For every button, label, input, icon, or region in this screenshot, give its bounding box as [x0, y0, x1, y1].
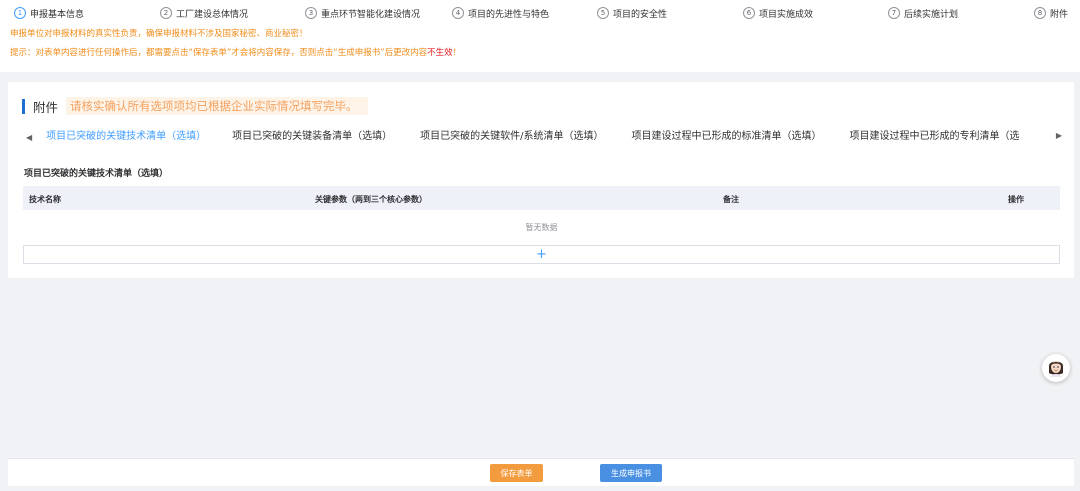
chat-assistant-avatar[interactable] [1042, 354, 1070, 382]
section-accent-bar [22, 98, 25, 114]
step-number: 8 [1034, 7, 1046, 19]
column-remarks: 备注 [723, 195, 739, 204]
attachment-card: 附件 请核实确认所有选项项均已根据企业实际情况填写完毕。 ◀ 项目已突破的关键技… [8, 82, 1074, 278]
step-number: 1 [14, 7, 26, 19]
tab-scroll-left-icon[interactable]: ◀ [22, 133, 36, 142]
assistant-face-icon [1049, 361, 1063, 377]
step-number: 4 [452, 7, 464, 19]
table-title: 项目已突破的关键技术清单（选填） [24, 169, 169, 179]
step-1[interactable]: 1 申报基本信息 [14, 6, 84, 20]
steps-bar: 1 申报基本信息 2 工厂建设总体情况 3 重点环节智能化建设情况 4 项目的先… [0, 0, 1080, 72]
notice-tip-warning: 不生效 [427, 48, 453, 58]
step-number: 3 [305, 7, 317, 19]
step-number: 6 [743, 7, 755, 19]
section-header: 附件 请核实确认所有选项项均已根据企业实际情况填写完毕。 [22, 97, 368, 115]
step-label: 后续实施计划 [904, 9, 959, 20]
column-tech-name: 技术名称 [29, 195, 61, 204]
footer-bar: 保存表单 生成申报书 [8, 458, 1074, 486]
tab-key-software[interactable]: 项目已突破的关键软件/系统清单（选填） [410, 127, 613, 147]
tab-key-technologies[interactable]: 项目已突破的关键技术清单（选填） [36, 127, 216, 147]
section-title: 附件 [33, 99, 59, 115]
step-label: 附件 [1050, 9, 1069, 20]
notice-responsibility: 申报单位对申报材料的真实性负责，确保申报材料不涉及国家秘密、商业秘密！ [10, 29, 308, 39]
step-number: 5 [597, 7, 609, 19]
generate-application-button[interactable]: 生成申报书 [600, 464, 662, 482]
tab-key-equipment[interactable]: 项目已突破的关键装备清单（选填） [222, 127, 402, 147]
step-label: 项目的安全性 [613, 9, 668, 20]
tab-scroll-right-icon[interactable]: ▶ [1051, 131, 1066, 140]
notice-save-tip: 提示：对表单内容进行任何操作后，都需要点击“保存表单”才会将内容保存，否则点击“… [10, 46, 461, 58]
notice-tip-text: 提示：对表单内容进行任何操作后，都需要点击“保存表单”才会将内容保存，否则点击“… [10, 48, 428, 58]
step-7[interactable]: 7 后续实施计划 [888, 6, 958, 20]
column-key-params: 关键参数（两到三个核心参数） [315, 195, 427, 204]
step-5[interactable]: 5 项目的安全性 [597, 6, 667, 20]
step-3[interactable]: 3 重点环节智能化建设情况 [305, 6, 420, 20]
step-label: 申报基本信息 [30, 9, 85, 20]
step-8[interactable]: 8 附件 [1034, 6, 1068, 20]
save-form-button[interactable]: 保存表单 [490, 464, 543, 482]
step-6[interactable]: 6 项目实施成效 [743, 6, 813, 20]
table-header: 技术名称 关键参数（两到三个核心参数） 备注 操作 [23, 186, 1060, 210]
column-actions: 操作 [1008, 195, 1024, 204]
tab-standards[interactable]: 项目建设过程中已形成的标准清单（选填） [622, 127, 832, 147]
step-2[interactable]: 2 工厂建设总体情况 [160, 6, 248, 20]
step-label: 重点环节智能化建设情况 [321, 9, 421, 20]
empty-state: 暂无数据 [525, 222, 558, 232]
step-label: 项目实施成效 [759, 9, 814, 20]
step-number: 2 [160, 7, 172, 19]
tab-bar: ◀ 项目已突破的关键技术清单（选填） 项目已突破的关键装备清单（选填） 项目已突… [22, 126, 1068, 148]
step-4[interactable]: 4 项目的先进性与特色 [452, 6, 549, 20]
step-number: 7 [888, 7, 900, 19]
step-label: 工厂建设总体情况 [176, 9, 249, 20]
notice-tip-end: ！ [452, 48, 462, 58]
add-row-button[interactable]: + [23, 245, 1060, 264]
tab-patents[interactable]: 项目建设过程中已形成的专利清单（选 [840, 127, 1030, 147]
section-hint: 请核实确认所有选项项均已根据企业实际情况填写完毕。 [66, 97, 368, 115]
key-tech-table: 技术名称 关键参数（两到三个核心参数） 备注 操作 暂无数据 + [23, 186, 1060, 264]
step-label: 项目的先进性与特色 [468, 9, 550, 20]
